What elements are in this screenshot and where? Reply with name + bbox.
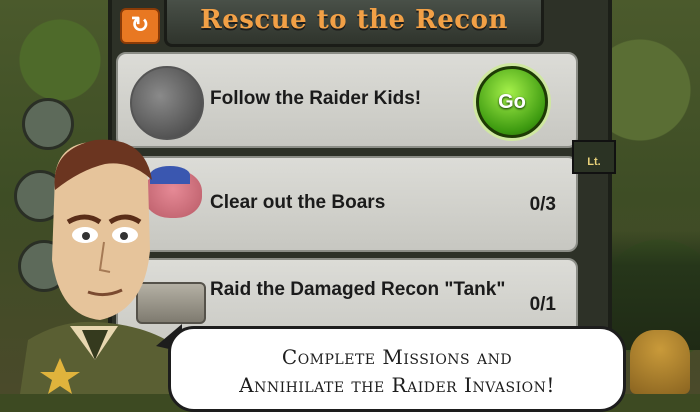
mission-progress: 0/3 bbox=[529, 194, 556, 215]
title-bar: Rescue to the Recon bbox=[164, 0, 544, 47]
back-button[interactable]: ↻ bbox=[120, 8, 160, 44]
soldier-unit bbox=[630, 330, 690, 394]
mission-label: Clear out the Boars bbox=[210, 192, 386, 213]
panel-title: Rescue to the Recon bbox=[200, 5, 508, 35]
rank-sign: Lt. bbox=[572, 140, 616, 174]
speech-line-1: Complete Missions and bbox=[281, 345, 513, 369]
mission-label: Raid the Damaged Recon "Tank" bbox=[210, 279, 506, 300]
speech-text: Complete Missions and Annihilate the Rai… bbox=[171, 343, 623, 399]
mission-progress: 0/1 bbox=[529, 294, 556, 315]
go-button[interactable]: Go bbox=[476, 66, 548, 138]
speech-bubble: Complete Missions and Annihilate the Rai… bbox=[168, 326, 626, 412]
commander-character-icon bbox=[20, 139, 186, 394]
mission-label: Follow the Raider Kids! bbox=[210, 88, 422, 109]
back-arrow-icon: ↻ bbox=[130, 12, 150, 37]
speech-line-2: Annihilate the Raider Invasion! bbox=[239, 373, 555, 397]
mission-thumbnail bbox=[130, 66, 204, 140]
